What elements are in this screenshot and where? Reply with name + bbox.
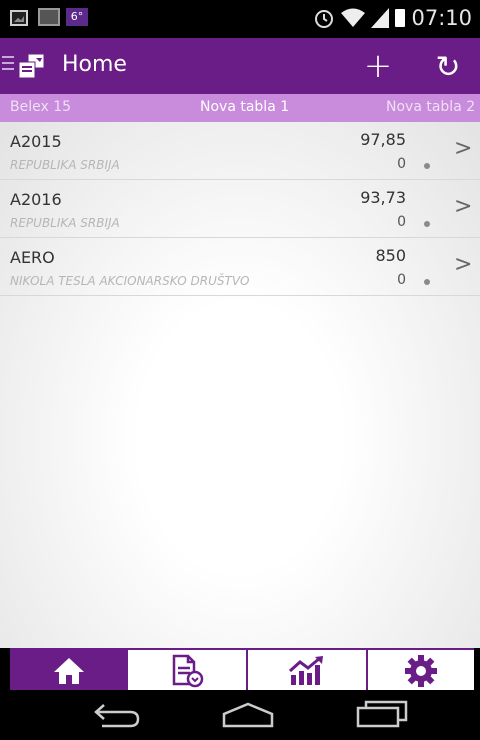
image-icon xyxy=(38,8,60,26)
price-value: 93,73 xyxy=(360,188,406,207)
chevron-right-icon[interactable]: > xyxy=(454,136,472,161)
change-value: 0 xyxy=(397,272,406,288)
tab-belex-15[interactable]: Belex 15 xyxy=(10,99,71,115)
security-list: A2015 REPUBLIKA SRBIJA 97,85 0 > A2016 R… xyxy=(0,122,480,648)
battery-icon xyxy=(395,9,406,27)
symbol-label: A2015 xyxy=(10,132,62,151)
bottom-tab-bar xyxy=(10,648,474,692)
temperature-badge: 6° xyxy=(66,8,88,26)
symbol-label: A2016 xyxy=(10,190,62,209)
change-value: 0 xyxy=(397,156,406,172)
back-icon[interactable] xyxy=(92,702,142,728)
settings-icon xyxy=(405,655,437,687)
status-bar-right: 07:10 xyxy=(313,6,472,30)
refresh-button[interactable]: ↻ xyxy=(428,48,468,88)
bottom-tab-documents[interactable] xyxy=(128,650,248,692)
chevron-right-icon[interactable]: > xyxy=(454,194,472,219)
signal-icon xyxy=(371,8,390,28)
app-bar: Home + ↻ xyxy=(0,38,480,94)
price-value: 97,85 xyxy=(360,130,406,149)
issuer-label: NIKOLA TESLA AKCIONARSKO DRUŠTVO xyxy=(10,274,250,288)
issuer-label: REPUBLIKA SRBIJA xyxy=(10,216,120,230)
app-logo-icon[interactable] xyxy=(16,52,48,82)
bottom-tab-chart[interactable] xyxy=(248,650,368,692)
tab-bar: Belex 15 Nova tabla 1 Nova tabla 2 xyxy=(0,94,480,122)
add-button[interactable]: + xyxy=(358,46,398,86)
chart-icon xyxy=(288,656,323,685)
menu-icon[interactable] xyxy=(2,56,14,70)
chevron-right-icon[interactable]: > xyxy=(454,252,472,277)
wifi-icon xyxy=(341,8,366,27)
bottom-tab-home[interactable] xyxy=(10,650,128,692)
status-dot-icon xyxy=(424,279,430,285)
system-nav-bar xyxy=(0,690,480,740)
list-item[interactable]: A2015 REPUBLIKA SRBIJA 97,85 0 > xyxy=(0,122,480,180)
list-item[interactable]: A2016 REPUBLIKA SRBIJA 93,73 0 > xyxy=(0,180,480,238)
change-value: 0 xyxy=(397,214,406,230)
status-dot-icon xyxy=(424,163,430,169)
price-value: 850 xyxy=(375,246,406,265)
alarm-icon xyxy=(315,10,334,28)
gallery-icon xyxy=(10,10,28,26)
document-icon xyxy=(172,654,204,688)
recent-apps-icon[interactable] xyxy=(356,700,408,728)
tab-nova-tabla-1[interactable]: Nova tabla 1 xyxy=(200,99,289,115)
status-time: 07:10 xyxy=(411,6,472,30)
issuer-label: REPUBLIKA SRBIJA xyxy=(10,158,120,172)
list-item[interactable]: AERO NIKOLA TESLA AKCIONARSKO DRUŠTVO 85… xyxy=(0,238,480,296)
page-title: Home xyxy=(62,52,127,77)
home-icon xyxy=(54,658,84,684)
bottom-tab-settings[interactable] xyxy=(368,650,474,692)
symbol-label: AERO xyxy=(10,248,55,267)
tab-nova-tabla-2[interactable]: Nova tabla 2 xyxy=(386,99,475,115)
status-dot-icon xyxy=(424,221,430,227)
home-nav-icon[interactable] xyxy=(220,702,276,728)
status-bar: 6° 07:10 xyxy=(0,0,480,38)
